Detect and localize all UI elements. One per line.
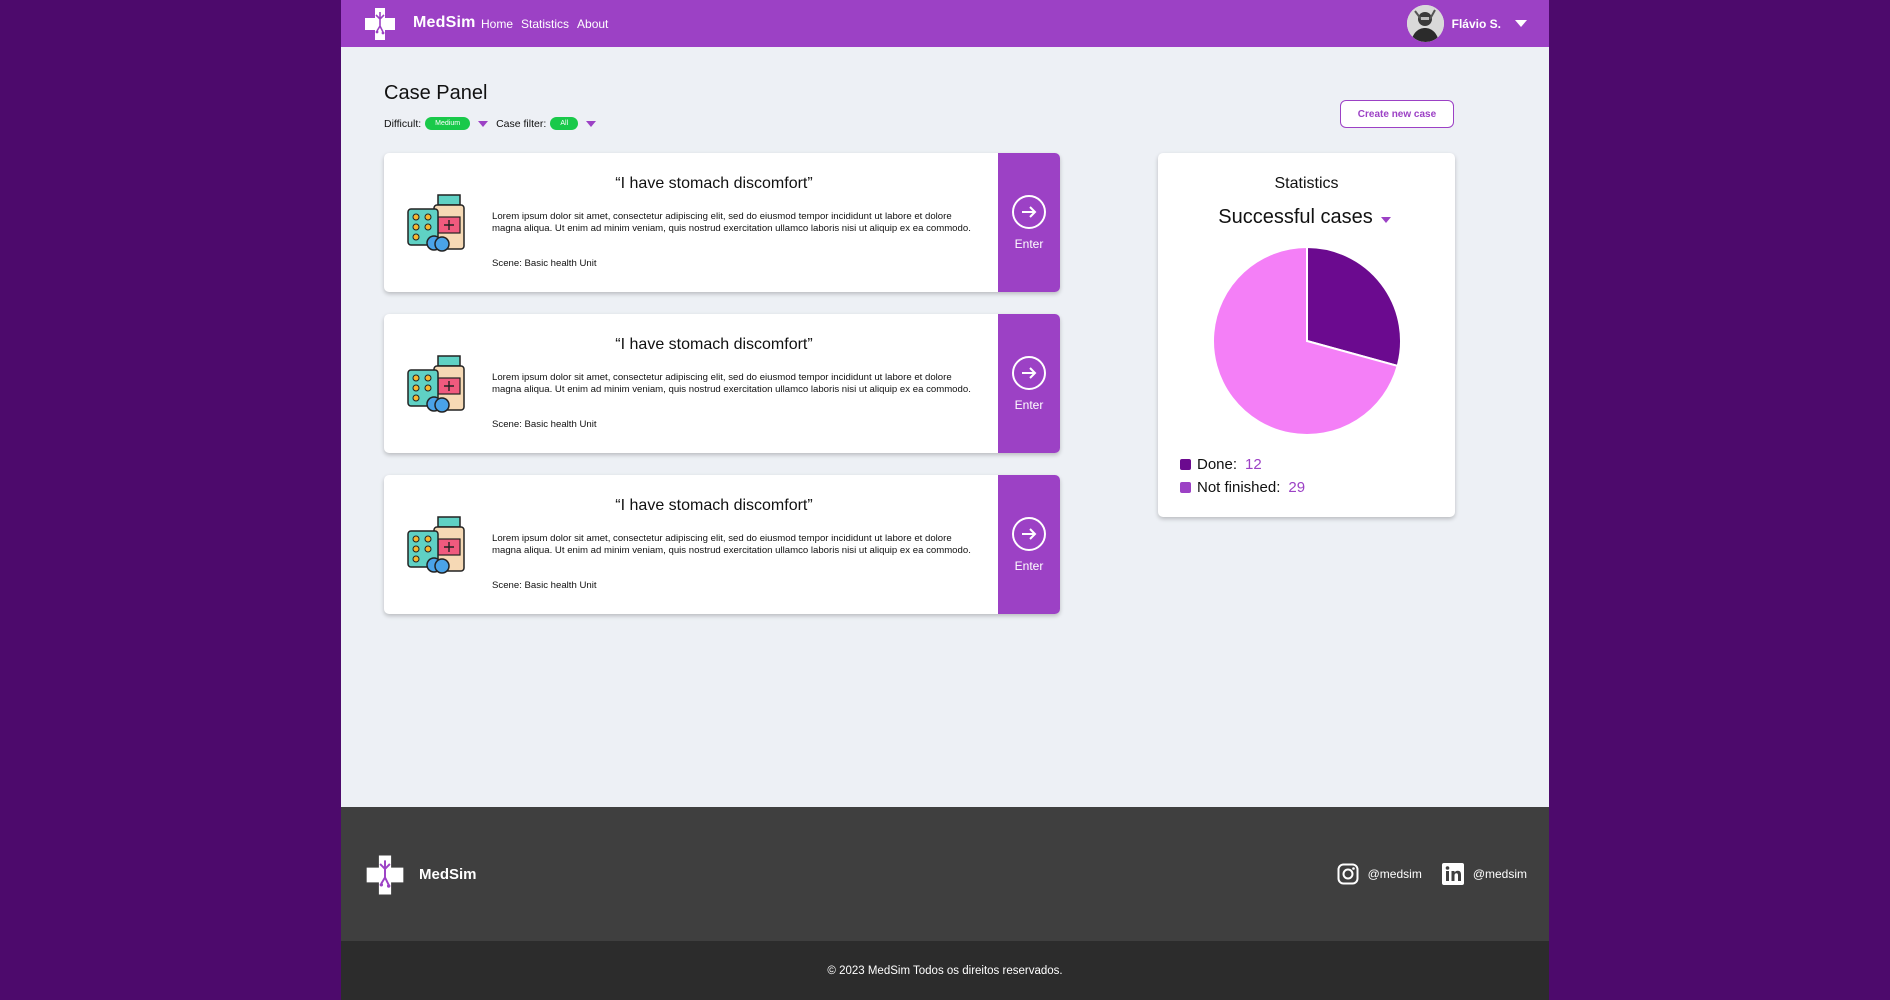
case-scene: Scene: Basic health Unit	[492, 580, 597, 591]
social-links: @medsim @medsim	[1337, 863, 1527, 885]
case-description: Lorem ipsum dolor sit amet, consectetur …	[492, 211, 971, 234]
case-scene: Scene: Basic health Unit	[492, 419, 597, 430]
metric-select-label[interactable]: Successful cases	[1218, 206, 1373, 229]
instagram-icon[interactable]	[1337, 863, 1359, 885]
legend-label: Not finished:	[1197, 479, 1281, 496]
metric-select[interactable]: Successful cases	[1158, 206, 1455, 229]
footer-brand: MedSim	[419, 866, 477, 883]
linkedin-handle[interactable]: @medsim	[1473, 867, 1527, 881]
app-frame: MedSim Home Statistics About Flávio S. C…	[341, 0, 1549, 1000]
instagram-handle[interactable]: @medsim	[1368, 867, 1422, 881]
nav-statistics[interactable]: Statistics	[521, 17, 569, 31]
medicine-bottles-icon	[407, 194, 465, 252]
statistics-title: Statistics	[1274, 175, 1339, 192]
medsim-logo-icon[interactable]	[363, 6, 397, 42]
chevron-down-icon[interactable]	[1515, 20, 1527, 27]
arrow-right-circle-icon[interactable]	[1012, 194, 1046, 229]
copyright-bar: © 2023 MedSim Todos os direitos reservad…	[341, 941, 1549, 1000]
case-filter-select[interactable]: All	[550, 117, 579, 130]
chevron-down-icon[interactable]	[1380, 216, 1391, 223]
enter-button[interactable]: Enter	[998, 314, 1060, 453]
nav-about[interactable]: About	[577, 17, 608, 31]
enter-button[interactable]: Enter	[998, 475, 1060, 614]
statistics-pie-chart	[1212, 245, 1402, 436]
legend-item-not-finished: Not finished: 29	[1180, 476, 1305, 499]
legend-value: 29	[1288, 479, 1306, 496]
page-title: Case Panel	[384, 82, 488, 104]
copyright-text: © 2023 MedSim Todos os direitos reservad…	[827, 964, 1063, 977]
enter-button[interactable]: Enter	[998, 153, 1060, 292]
footer: MedSim @medsim @medsim	[341, 807, 1549, 941]
difficulty-chevron-down-icon[interactable]	[478, 120, 489, 127]
case-scene: Scene: Basic health Unit	[492, 258, 597, 269]
case-card: “I have stomach discomfort” Lorem ipsum …	[384, 153, 1060, 292]
top-navbar: MedSim Home Statistics About Flávio S.	[341, 0, 1549, 47]
arrow-right-circle-icon[interactable]	[1012, 355, 1046, 390]
chart-legend: Done: 12 Not finished: 29	[1180, 453, 1305, 499]
case-card: “I have stomach discomfort” Lorem ipsum …	[384, 475, 1060, 614]
filters-bar: Difficult: Medium Case filter: All	[384, 117, 600, 130]
user-menu[interactable]: Flávio S.	[1406, 5, 1527, 42]
avatar-image-icon	[1406, 5, 1444, 42]
case-filter-label: Case filter:	[496, 117, 547, 130]
case-title: “I have stomach discomfort”	[615, 336, 813, 353]
enter-label[interactable]: Enter	[1015, 237, 1044, 251]
case-title: “I have stomach discomfort”	[615, 175, 813, 192]
main-nav: Home Statistics About	[481, 17, 608, 31]
avatar[interactable]	[1406, 5, 1444, 42]
medicine-bottles-icon	[407, 516, 465, 574]
legend-swatch-done	[1180, 459, 1191, 470]
case-card: “I have stomach discomfort” Lorem ipsum …	[384, 314, 1060, 453]
difficulty-select[interactable]: Medium	[425, 117, 471, 130]
medsim-logo-icon[interactable]	[363, 853, 407, 897]
case-description: Lorem ipsum dolor sit amet, consectetur …	[492, 533, 971, 556]
legend-swatch-not-finished	[1180, 482, 1191, 493]
case-title: “I have stomach discomfort”	[615, 497, 813, 514]
arrow-right-circle-icon[interactable]	[1012, 516, 1046, 551]
legend-label: Done:	[1197, 456, 1238, 473]
legend-value: 12	[1245, 456, 1262, 473]
enter-label[interactable]: Enter	[1015, 398, 1044, 412]
medicine-bottles-icon	[407, 355, 465, 413]
linkedin-icon[interactable]	[1441, 863, 1464, 885]
create-new-case-button[interactable]: Create new case	[1340, 100, 1454, 128]
user-name[interactable]: Flávio S.	[1452, 17, 1501, 31]
nav-home[interactable]: Home	[481, 17, 513, 31]
instagram-link[interactable]: @medsim	[1337, 863, 1422, 885]
case-filter-chevron-down-icon[interactable]	[586, 120, 597, 127]
linkedin-link[interactable]: @medsim	[1441, 863, 1527, 885]
enter-label[interactable]: Enter	[1015, 559, 1044, 573]
case-description: Lorem ipsum dolor sit amet, consectetur …	[492, 372, 971, 395]
statistics-card: Statistics Successful cases Done: 12 Not…	[1158, 153, 1455, 517]
legend-item-done: Done: 12	[1180, 453, 1305, 476]
difficulty-label: Difficult:	[384, 117, 422, 130]
brand-name[interactable]: MedSim	[413, 14, 476, 32]
